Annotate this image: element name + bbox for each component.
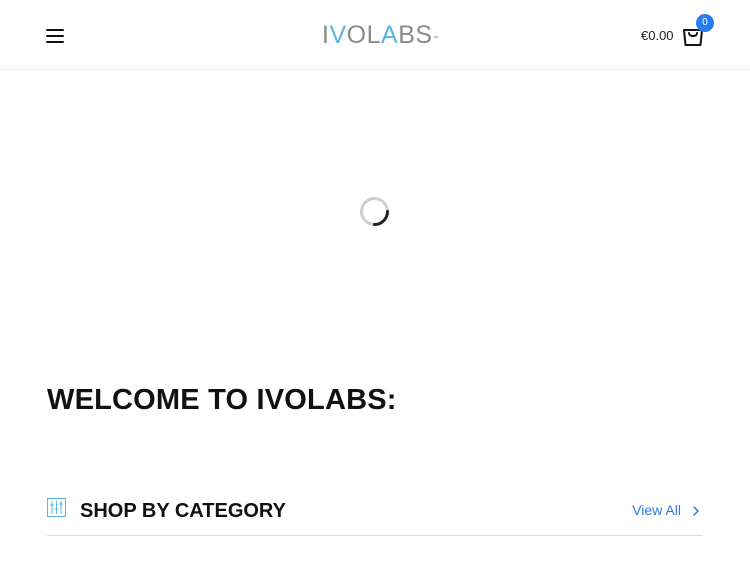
view-all-link[interactable]: View All (632, 502, 681, 518)
category-section-header: SHOP BY CATEGORY View All (47, 492, 703, 536)
cart-total[interactable]: €0.00 (641, 28, 674, 43)
sliders-icon (47, 498, 66, 517)
chevron-right-icon[interactable] (692, 504, 700, 516)
cart-count-badge: 0 (696, 14, 714, 32)
hamburger-menu-icon[interactable] (46, 28, 64, 43)
loading-spinner-icon (359, 196, 390, 227)
welcome-heading: WELCOME TO IVOLABS: (47, 384, 397, 416)
category-title: SHOP BY CATEGORY (80, 500, 286, 522)
site-header: IVOLABS™ €0.00 0 (0, 0, 750, 70)
site-logo[interactable]: IVOLABS™ (322, 20, 439, 50)
